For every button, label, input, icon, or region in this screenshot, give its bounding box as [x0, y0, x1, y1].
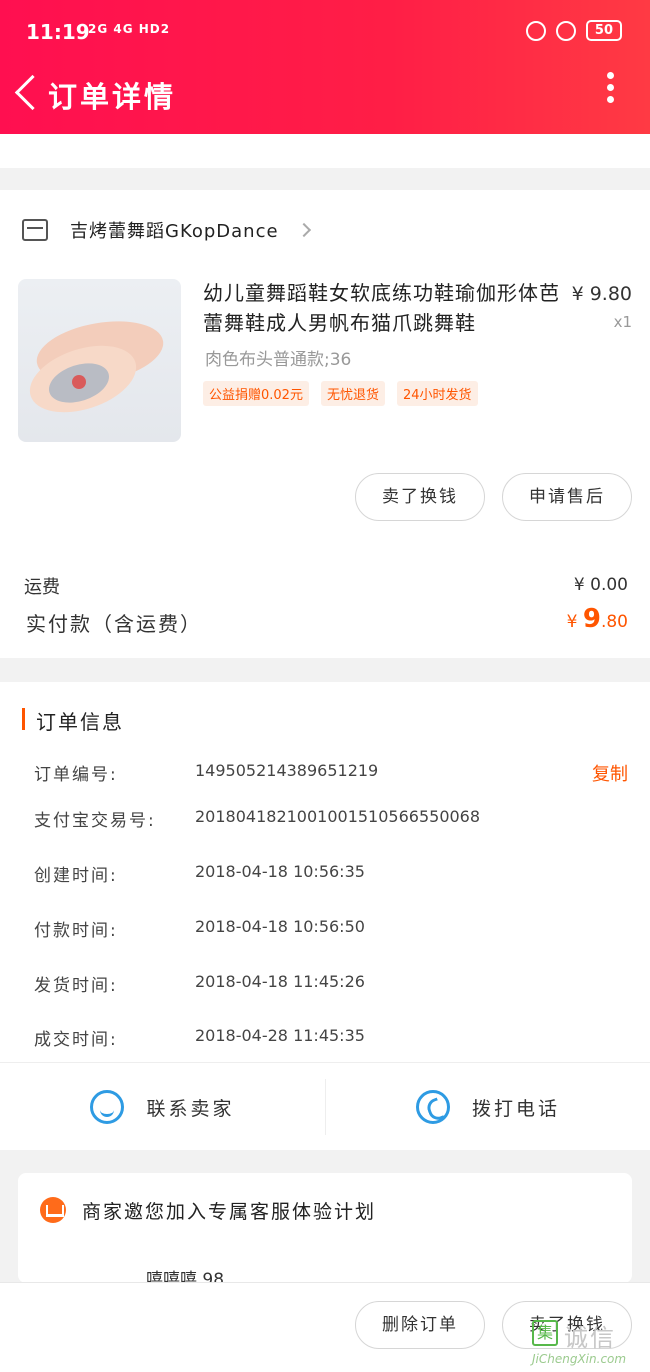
chat-smile-icon [90, 1090, 125, 1124]
network-indicator: 2G 4G HD2 [88, 22, 171, 36]
tag-free-return: 无忧退货 [320, 381, 385, 406]
tag-charity: 公益捐赠0.02元 [203, 381, 309, 406]
order-card: 吉烤蕾舞蹈GKopDance 幼儿童舞蹈鞋女软底练功鞋瑜伽形体芭蕾舞鞋成人男帆布… [0, 190, 650, 658]
info-value: 2018041821001001510566550068 [195, 807, 481, 826]
watermark-url: JiChengXin.com [532, 1352, 627, 1366]
order-info-card: 订单信息 订单编号: 149505214389651219 复制 支付宝交易号:… [0, 682, 650, 1150]
info-value: 2018-04-28 11:45:35 [195, 1026, 365, 1045]
contact-seller-label: 联系卖家 [146, 1097, 235, 1120]
status-bar: 11:19 2G 4G HD2 50 [0, 0, 650, 62]
call-phone-button[interactable]: 拨打电话 [325, 1079, 650, 1135]
info-label: 成交时间: [34, 1030, 118, 1050]
watermark: 集 诚信 JiChengXin.com [532, 1320, 644, 1368]
nav-bar: 订单详情 [0, 62, 650, 134]
info-value: 2018-04-18 11:45:26 [195, 972, 365, 991]
promo-card[interactable]: 商家邀您加入专属客服体验计划 嘻嘻嘻 98 [18, 1173, 632, 1290]
info-row-shipped: 发货时间: 2018-04-18 11:45:26 [0, 971, 650, 1001]
info-row-paid: 付款时间: 2018-04-18 10:56:50 [0, 916, 650, 946]
back-arrow-icon[interactable] [10, 70, 46, 118]
info-label: 订单编号: [34, 765, 118, 785]
sell-button[interactable]: 卖了换钱 [355, 473, 485, 521]
product-spec: 肉色布头普通款;36 [205, 350, 352, 370]
phone-icon [415, 1090, 450, 1124]
lock-icon [525, 20, 546, 41]
crown-icon [40, 1197, 66, 1223]
info-row-order-number: 订单编号: 149505214389651219 复制 [0, 760, 650, 790]
product-price: ¥ 9.80 [571, 283, 632, 305]
contact-bar: 联系卖家 拨打电话 [0, 1062, 650, 1150]
info-row-completed: 成交时间: 2018-04-28 11:45:35 [0, 1025, 650, 1055]
status-icons: 50 [525, 20, 622, 41]
info-row-created: 创建时间: 2018-04-18 10:56:35 [0, 861, 650, 891]
info-label: 发货时间: [34, 976, 118, 996]
product-tags: 公益捐赠0.02元 无忧退货 24小时发货 [203, 381, 478, 406]
shipping-value: ¥ 0.00 [573, 575, 628, 595]
after-sale-button[interactable]: 申请售后 [502, 473, 632, 521]
paid-value: ¥ 9.80 [567, 604, 628, 634]
order-info-title: 订单信息 [36, 710, 124, 734]
paid-integer: 9 [582, 604, 601, 634]
page-title: 订单详情 [48, 80, 177, 114]
info-label: 支付宝交易号: [34, 811, 156, 831]
shop-name: 吉烤蕾舞蹈GKopDance [70, 221, 279, 242]
call-phone-label: 拨打电话 [471, 1097, 560, 1120]
product-quantity: x1 [613, 313, 632, 331]
shipping-label: 运费 [24, 577, 60, 598]
info-value: 2018-04-18 10:56:35 [195, 862, 365, 881]
shop-link[interactable]: 吉烤蕾舞蹈GKopDance [22, 212, 311, 248]
watermark-logo: 集 [532, 1320, 558, 1346]
promo-text: 商家邀您加入专属客服体验计划 [82, 1201, 377, 1223]
contact-seller-button[interactable]: 联系卖家 [0, 1063, 325, 1151]
status-time: 11:19 [26, 20, 90, 44]
product-image[interactable] [18, 279, 181, 442]
alarm-icon [555, 20, 576, 41]
product-title[interactable]: 幼儿童舞蹈鞋女软底练功鞋瑜伽形体芭蕾舞鞋成人男帆布猫爪跳舞鞋 [203, 278, 563, 338]
paid-decimal: .80 [600, 612, 628, 632]
delete-order-button[interactable]: 删除订单 [355, 1301, 485, 1349]
top-strip [0, 134, 650, 168]
chevron-right-icon [296, 222, 311, 238]
info-label: 创建时间: [34, 866, 118, 886]
watermark-text: 诚信 [564, 1324, 616, 1352]
section-marker [22, 708, 25, 730]
store-icon [22, 219, 48, 241]
battery-indicator: 50 [585, 20, 622, 41]
tag-24h-shipping: 24小时发货 [396, 381, 478, 406]
app-header: 11:19 2G 4G HD2 50 订单详情 [0, 0, 650, 134]
more-options-icon[interactable] [602, 72, 618, 108]
info-row-alipay-number: 支付宝交易号: 2018041821001001510566550068 [0, 806, 650, 836]
info-value: 149505214389651219 [195, 761, 379, 780]
paid-currency: ¥ [566, 612, 583, 632]
info-value: 2018-04-18 10:56:50 [195, 917, 365, 936]
copy-button[interactable]: 复制 [592, 760, 628, 786]
info-label: 付款时间: [34, 921, 118, 941]
paid-label: 实付款（含运费） [26, 612, 202, 636]
